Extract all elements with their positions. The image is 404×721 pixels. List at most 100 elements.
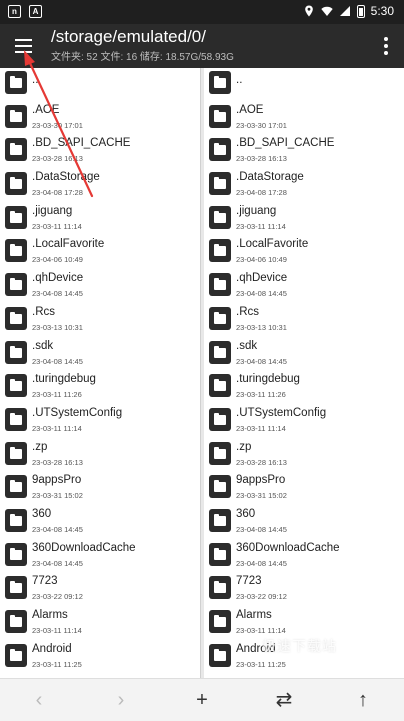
folder-row[interactable]: .UTSystemConfig 23-03-11 11:14 [0, 405, 201, 439]
status-time: 5:30 [370, 4, 394, 18]
folder-name: 360DownloadCache [236, 541, 340, 554]
folder-row[interactable]: Alarms 23-03-11 11:14 [0, 607, 201, 641]
folder-row[interactable]: 360 23-04-08 14:45 [0, 506, 201, 540]
more-dot [384, 37, 388, 41]
folder-name: 360 [236, 507, 256, 520]
more-options-button[interactable] [378, 34, 394, 58]
folder-icon [5, 643, 27, 667]
folder-row[interactable]: 7723 23-03-22 09:12 [204, 573, 404, 607]
folder-icon [209, 610, 231, 633]
folder-row[interactable]: .DataStorage 23-04-08 17:28 [204, 169, 404, 203]
folder-name: 360 [32, 507, 52, 520]
folder-row[interactable]: 9appsPro 23-03-31 15:02 [204, 472, 404, 506]
folder-icon [209, 205, 231, 229]
folder-row[interactable]: .turingdebug 23-03-11 11:26 [204, 371, 404, 405]
folder-row[interactable]: .sdk 23-04-08 14:45 [0, 338, 201, 372]
folder-row[interactable]: .qhDevice 23-04-08 14:45 [0, 270, 201, 304]
folder-row[interactable]: .BD_SAPI_CACHE 23-03-28 16:13 [204, 135, 404, 169]
folder-row[interactable]: Android 23-03-11 11:25 [0, 641, 201, 675]
watermark-text: 极速下载站 [262, 638, 337, 654]
folder-row[interactable]: 360DownloadCache 23-04-08 14:45 [204, 540, 404, 574]
more-dot [384, 44, 388, 48]
folder-row[interactable]: .LocalFavorite 23-04-06 10:49 [0, 236, 201, 270]
folder-name: .LocalFavorite [236, 238, 309, 251]
add-button[interactable]: + [187, 685, 217, 715]
folder-row[interactable]: 360 23-04-08 14:45 [204, 506, 404, 540]
folder-date: 23-03-11 11:14 [236, 626, 286, 635]
up-arrow-button[interactable]: ↑ [348, 685, 378, 715]
up-arrow-icon: ↑ [358, 689, 368, 711]
folder-row[interactable]: .zp 23-03-28 16:13 [204, 439, 404, 473]
status-right-icons: 5:30 [303, 4, 394, 18]
folder-icon-glyph [214, 210, 226, 223]
folder-name: Alarms [32, 609, 68, 621]
folder-name: .Rcs [32, 305, 55, 318]
folder-date: 23-03-28 16:13 [236, 154, 287, 164]
folder-row[interactable]: .Rcs 23-03-13 10:31 [204, 304, 404, 338]
parent-folder-row[interactable]: .. [0, 68, 201, 102]
folder-row[interactable]: 360DownloadCache 23-04-08 14:45 [0, 540, 201, 574]
menu-button[interactable] [10, 32, 38, 60]
back-arrow-button[interactable]: ‹ [24, 685, 54, 715]
folder-icon-glyph [10, 412, 22, 425]
folder-icon [5, 374, 27, 398]
folder-icon [5, 273, 27, 297]
folder-icon-glyph [10, 244, 22, 257]
folder-row[interactable]: .zp 23-03-28 16:13 [0, 439, 201, 473]
path-title: /storage/emulated/0/ [51, 27, 206, 46]
folder-icon [5, 407, 27, 431]
app-bar: /storage/emulated/0/ 文件夹: 52 文件: 16 储存: … [0, 24, 404, 68]
folder-row[interactable]: .AOE 23-03-30 17:01 [0, 102, 201, 136]
folder-name: .. [236, 74, 243, 86]
folder-row[interactable]: .UTSystemConfig 23-03-11 11:14 [204, 405, 404, 439]
battery-icon [356, 4, 365, 18]
folder-icon [209, 576, 231, 600]
folder-name: .qhDevice [236, 272, 288, 285]
folder-name: .turingdebug [32, 373, 96, 386]
folder-row[interactable]: 7723 23-03-22 09:12 [0, 573, 201, 607]
folder-row[interactable]: .jiguang 23-03-11 11:14 [0, 203, 201, 237]
folder-icon-glyph [10, 143, 22, 156]
hamburger-icon-line [15, 39, 32, 41]
folder-row[interactable]: .jiguang 23-03-11 11:14 [204, 203, 404, 237]
folder-icon-glyph [214, 513, 226, 526]
folder-date: 23-03-11 11:25 [236, 659, 286, 669]
folder-icon-glyph [214, 615, 226, 627]
folder-name: .jiguang [32, 204, 73, 217]
left-file-pane[interactable]: .. .AOE 23-03-30 17:01 .BD_SAPI_CACHE 23-03-… [0, 68, 201, 678]
folder-row[interactable]: .qhDevice 23-04-08 14:45 [204, 270, 404, 304]
folder-row[interactable]: .sdk 23-04-08 14:45 [204, 338, 404, 372]
folder-icon-glyph [10, 210, 22, 223]
folder-icon-glyph [10, 446, 22, 459]
folder-name: .BD_SAPI_CACHE [32, 137, 131, 150]
forward-arrow-button[interactable]: › [106, 685, 136, 715]
parent-folder-row[interactable]: .. [204, 68, 404, 102]
folder-icon-glyph [10, 76, 22, 88]
folder-icon-glyph [214, 345, 226, 358]
folder-date: 23-04-08 14:45 [32, 558, 83, 568]
folder-date: 23-03-11 11:14 [236, 221, 286, 231]
folder-icon [209, 104, 231, 128]
folder-row[interactable]: .BD_SAPI_CACHE 23-03-28 16:13 [0, 135, 201, 169]
folder-icon-glyph [10, 648, 22, 661]
folder-row[interactable]: 9appsPro 23-03-31 15:02 [0, 472, 201, 506]
folder-icon [5, 306, 27, 330]
forward-arrow-icon: › [117, 689, 125, 711]
folder-date: 23-03-30 17:01 [236, 120, 287, 130]
folder-row[interactable]: .Rcs 23-03-13 10:31 [0, 304, 201, 338]
folder-row[interactable]: .DataStorage 23-04-08 17:28 [0, 169, 201, 203]
folder-icon-glyph [214, 244, 226, 257]
swap-button[interactable]: ⇄ [269, 685, 299, 715]
folder-icon [5, 205, 27, 229]
folder-icon [209, 306, 231, 330]
folder-icon [209, 273, 231, 297]
folder-row[interactable]: .LocalFavorite 23-04-06 10:49 [204, 236, 404, 270]
status-bar: n A 5:30 [0, 0, 404, 24]
folder-name: .sdk [32, 339, 54, 352]
storage-summary: 文件夹: 52 文件: 16 储存: 18.57G/58.93G [51, 52, 234, 63]
folder-icon [209, 542, 231, 566]
folder-row[interactable]: .AOE 23-03-30 17:01 [204, 102, 404, 136]
right-file-pane[interactable]: .. .AOE 23-03-30 17:01 .BD_SAPI_CACHE 23-03-… [204, 68, 404, 678]
folder-date: 23-03-28 16:13 [32, 154, 83, 164]
folder-row[interactable]: .turingdebug 23-03-11 11:26 [0, 371, 201, 405]
